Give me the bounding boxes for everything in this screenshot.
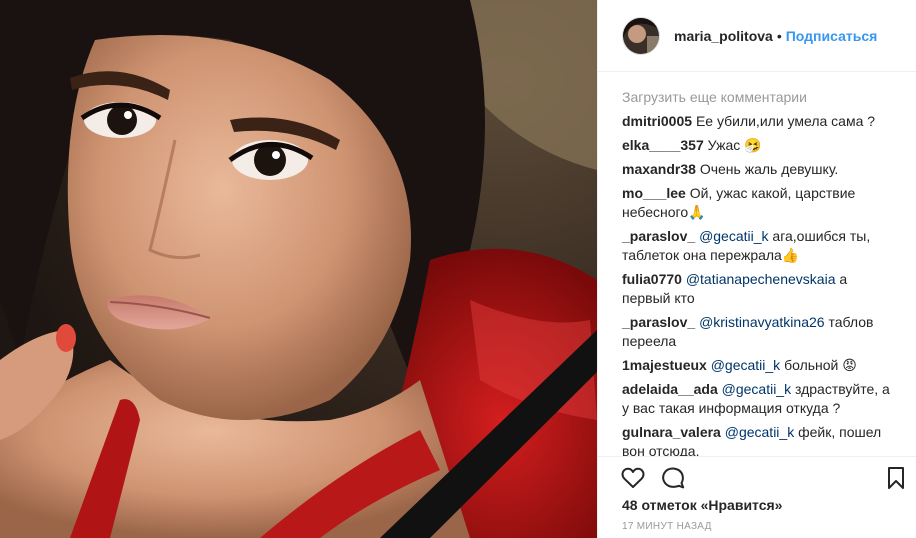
likes-count[interactable]: 48 отметок «Нравится»	[622, 497, 782, 513]
comment-username[interactable]: mo___lee	[622, 185, 686, 201]
comment-mention[interactable]: @gecatii_k	[725, 424, 794, 440]
comment-item: gulnara_valera @gecatii_k фейк, пошел во…	[622, 423, 897, 456]
comment-text: Ужас 🤧	[707, 137, 762, 153]
comment-username[interactable]: maxandr38	[622, 161, 696, 177]
bookmark-icon[interactable]	[883, 465, 909, 491]
separator-dot: •	[776, 27, 782, 44]
comment-username[interactable]: fulia0770	[622, 271, 682, 287]
comment-text: больной 😡	[784, 357, 857, 373]
comment-icon[interactable]	[660, 465, 686, 491]
post-photo[interactable]	[0, 0, 597, 538]
comment-item: mo___lee Ой, ужас какой, царствие небесн…	[622, 184, 897, 222]
comment-mention[interactable]: @kristinavyatkina26	[699, 314, 825, 330]
comment-text: Ее убили,или умела сама ?	[695, 113, 876, 129]
avatar[interactable]	[622, 16, 660, 55]
comment-username[interactable]: dmitri0005	[622, 113, 692, 129]
post-header: maria_politova • Подписаться	[598, 0, 916, 72]
post-username[interactable]: maria_politova	[674, 28, 773, 44]
comment-username[interactable]: adelaida__ada	[622, 381, 718, 397]
comment-mention[interactable]: @gecatii_k	[722, 381, 791, 397]
post-panel: maria_politova • Подписаться Загрузить е…	[597, 0, 916, 538]
comment-item: elka____357 Ужас 🤧	[622, 136, 897, 155]
comment-mention[interactable]: @gecatii_k	[711, 357, 780, 373]
comment-item: _paraslov_ @gecatii_k ага,ошибся ты, таб…	[622, 227, 897, 265]
comment-item: _paraslov_ @kristinavyatkina26 таблов пе…	[622, 313, 897, 351]
post-timestamp: 17 МИНУТ НАЗАД	[622, 521, 712, 532]
comment-item: 1majestueux @gecatii_k больной 😡	[622, 356, 897, 375]
comment-username[interactable]: 1majestueux	[622, 357, 707, 373]
comment-username[interactable]: _paraslov_	[622, 314, 695, 330]
comment-item: maxandr38 Очень жаль девушку.	[622, 160, 897, 179]
comment-text: Очень жаль девушку.	[699, 161, 839, 177]
heart-icon[interactable]	[620, 465, 646, 491]
comment-item: adelaida__ada @gecatii_k здраствуйте, а …	[622, 380, 897, 418]
comments-list[interactable]: Загрузить еще комментарии dmitri0005 Ее …	[598, 86, 916, 456]
comment-mention[interactable]: @gecatii_k	[699, 228, 768, 244]
comment-username[interactable]: elka____357	[622, 137, 704, 153]
comment-item: dmitri0005 Ее убили,или умела сама ?	[622, 112, 897, 131]
comment-mention[interactable]: @tatianapechenevskaia	[686, 271, 836, 287]
action-bar	[598, 456, 916, 496]
load-more-comments-button[interactable]: Загрузить еще комментарии	[622, 86, 897, 108]
follow-button[interactable]: Подписаться	[786, 28, 878, 44]
comment-item: fulia0770 @tatianapechenevskaia а первый…	[622, 270, 897, 308]
comment-username[interactable]: _paraslov_	[622, 228, 695, 244]
comment-username[interactable]: gulnara_valera	[622, 424, 721, 440]
